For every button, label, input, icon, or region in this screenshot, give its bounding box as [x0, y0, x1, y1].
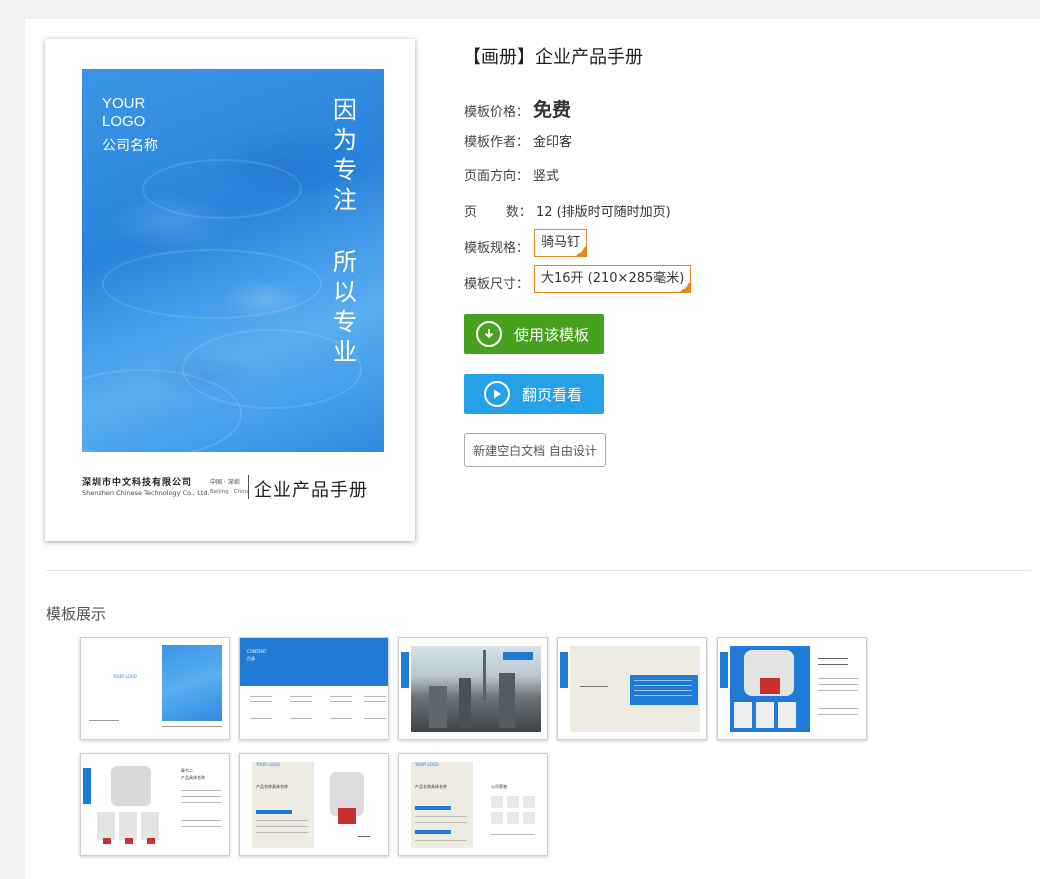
gallery-thumb-5[interactable] [717, 637, 867, 740]
author-label: 模板作者： [464, 135, 530, 150]
flip-preview-button[interactable]: 翻页看看 [464, 374, 604, 414]
check-icon: ✓ [682, 283, 690, 292]
flip-preview-label: 翻页看看 [522, 385, 583, 404]
use-template-label: 使用该模板 [514, 325, 590, 344]
size-option-label: 大16开 (210×285毫米) [541, 271, 685, 286]
new-blank-document-button[interactable]: 新建空白文档 自由设计 [464, 433, 606, 467]
section-divider [46, 570, 1031, 571]
cover-footer-title: 企业产品手册 [254, 480, 368, 501]
thumb-title-text: 产品名称具体名称 [415, 784, 447, 789]
cover-company-name: 公司名称 [102, 138, 158, 154]
gallery-title: 模板展示 [46, 605, 107, 623]
orientation-value: 竖式 [533, 169, 560, 184]
cover-blue-image: YOUR LOGO 公司名称 因为专注 所以专业 [82, 69, 384, 452]
play-icon [484, 381, 510, 407]
download-icon [476, 321, 502, 347]
price-value: 免费 [533, 99, 572, 121]
gallery-thumb-4[interactable] [557, 637, 707, 740]
cover-footer-company-cn: 深圳市中文科技有限公司 [82, 478, 193, 488]
orientation-label: 页面方向： [464, 169, 530, 184]
thumb-sub-text: 公司荣誉 [491, 784, 507, 789]
author-row: 模板作者： 金印客 [464, 131, 572, 150]
thumb-section-text: 章节二 [181, 768, 193, 773]
thumb-title-text: 产品名称具体名称 [256, 784, 288, 789]
thumb-logo-text: YOUR LOGO [415, 762, 439, 767]
pages-label: 页 数： [464, 205, 532, 220]
thumb-logo-text: YOUR LOGO [256, 762, 280, 767]
check-icon: ✓ [578, 247, 586, 256]
size-label: 模板尺寸： [464, 277, 530, 292]
thumb-content-sub: 目录 [247, 656, 255, 661]
pages-row: 页 数： 12 (排版时可随时加页) [464, 201, 671, 220]
size-option-selected[interactable]: 大16开 (210×285毫米) ✓ [534, 265, 692, 293]
spec-row: 模板规格： [464, 237, 529, 256]
thumb-logo-text: YOUR LOGO [113, 674, 137, 679]
thumb-name-text: 产品具体名称 [181, 775, 205, 780]
cover-slogan-2: 所以专业 [333, 248, 357, 366]
gallery-thumb-6[interactable]: 章节二 产品具体名称 [80, 753, 230, 856]
spec-label: 模板规格： [464, 241, 530, 256]
orientation-row: 页面方向： 竖式 [464, 165, 559, 184]
cover-footer-divider [248, 475, 249, 499]
use-template-button[interactable]: 使用该模板 [464, 314, 604, 354]
template-title: 【画册】企业产品手册 [463, 47, 643, 68]
price-row: 模板价格： 免费 [464, 95, 571, 122]
cover-footer-location-en: Beijing · China [210, 489, 250, 495]
thumb-content-text: CONTENT [247, 649, 267, 654]
cover-footer-location-cn: 中国 · 深圳 [210, 479, 240, 486]
cover-slogan-1: 因为专注 [333, 96, 357, 214]
gallery-thumb-8[interactable]: YOUR LOGO 产品名称具体名称 公司荣誉 [398, 753, 548, 856]
cover-footer: 深圳市中文科技有限公司 Shenzhen Chinese Technology … [82, 473, 384, 503]
size-row: 模板尺寸： [464, 273, 529, 292]
gallery-thumb-3[interactable] [398, 637, 548, 740]
gallery-thumb-1[interactable]: YOUR LOGO [80, 637, 230, 740]
cover-footer-company-en: Shenzhen Chinese Technology Co., Ltd. [82, 489, 210, 497]
price-label: 模板价格： [464, 105, 530, 120]
author-value: 金印客 [533, 135, 573, 150]
spec-option-selected[interactable]: 骑马钉 ✓ [534, 229, 588, 257]
gallery-thumb-7[interactable]: YOUR LOGO 产品名称具体名称 [239, 753, 389, 856]
cover-logo: YOUR LOGO [102, 95, 146, 130]
pages-value: 12 (排版时可随时加页) [535, 205, 671, 220]
cover-preview[interactable]: YOUR LOGO 公司名称 因为专注 所以专业 深圳市中文科技有限公司 She… [45, 39, 415, 541]
gallery-thumb-2[interactable]: CONTENT 目录 [239, 637, 389, 740]
